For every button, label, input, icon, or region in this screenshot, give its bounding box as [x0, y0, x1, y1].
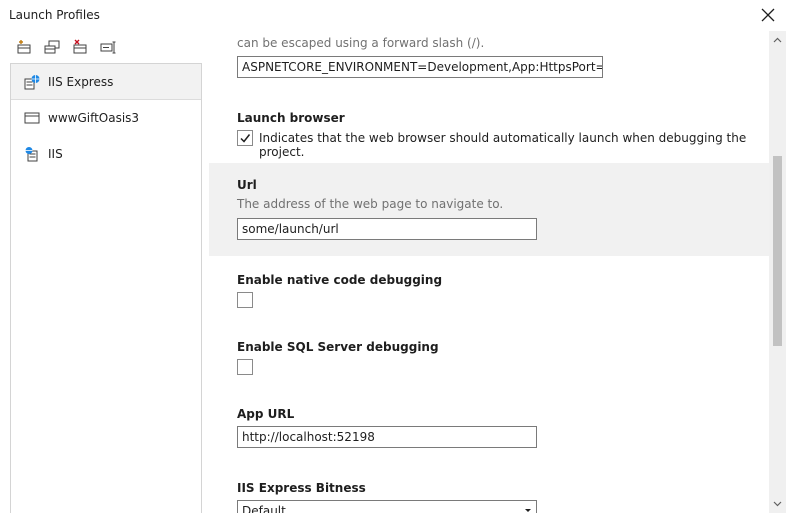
- launch-browser-label: Launch browser: [237, 111, 345, 125]
- iis-icon: [23, 145, 41, 163]
- project-icon: [23, 109, 41, 127]
- url-description: The address of the web page to navigate …: [237, 197, 504, 211]
- scroll-thumb[interactable]: [773, 156, 782, 346]
- url-label: Url: [237, 178, 257, 192]
- vertical-scrollbar[interactable]: [769, 31, 786, 513]
- profile-label: IIS Express: [48, 74, 114, 89]
- native-debugging-checkbox[interactable]: [237, 292, 253, 308]
- new-profile-icon: [17, 40, 31, 54]
- bitness-label: IIS Express Bitness: [237, 481, 366, 495]
- chevron-down-icon: [525, 509, 531, 512]
- scroll-up-button[interactable]: [769, 33, 786, 47]
- app-url-input[interactable]: http://localhost:52198: [237, 426, 537, 448]
- duplicate-profile-icon: [44, 40, 60, 54]
- env-vars-description: can be escaped using a forward slash (/)…: [237, 36, 485, 50]
- profile-settings-panel: can be escaped using a forward slash (/)…: [209, 31, 769, 513]
- profile-item-iis-express[interactable]: IIS Express: [11, 64, 201, 100]
- bitness-select[interactable]: Default: [237, 500, 537, 513]
- profiles-toolbar: [14, 37, 118, 57]
- launch-browser-description: Indicates that the web browser should au…: [259, 131, 747, 159]
- delete-profile-icon: [73, 39, 87, 54]
- profile-list: IIS Express wwwGiftOasis3 IIS: [10, 63, 202, 513]
- profile-item-wwwgiftoasis3[interactable]: wwwGiftOasis3: [11, 100, 201, 136]
- env-vars-input[interactable]: ASPNETCORE_ENVIRONMENT=Development,App:H…: [237, 56, 603, 78]
- close-button[interactable]: [758, 5, 778, 25]
- sql-debugging-checkbox[interactable]: [237, 359, 253, 375]
- close-icon: [761, 8, 775, 22]
- new-profile-button[interactable]: [14, 37, 34, 57]
- scroll-down-button[interactable]: [769, 497, 786, 511]
- chevron-up-icon: [773, 37, 782, 43]
- app-url-label: App URL: [237, 407, 295, 421]
- rename-profile-button[interactable]: [98, 37, 118, 57]
- chevron-down-icon: [773, 501, 782, 507]
- sql-debugging-label: Enable SQL Server debugging: [237, 340, 439, 354]
- title-bar: Launch Profiles: [0, 0, 786, 31]
- duplicate-profile-button[interactable]: [42, 37, 62, 57]
- url-input[interactable]: some/launch/url: [237, 218, 537, 240]
- profile-label: wwwGiftOasis3: [48, 111, 140, 125]
- rename-profile-icon: [100, 41, 116, 54]
- iis-express-icon: [23, 73, 41, 91]
- window-title: Launch Profiles: [9, 8, 100, 22]
- checkmark-icon: [240, 134, 251, 143]
- profile-item-iis[interactable]: IIS: [11, 136, 201, 172]
- delete-profile-button[interactable]: [70, 37, 90, 57]
- bitness-value: Default: [242, 504, 286, 513]
- launch-browser-checkbox[interactable]: [237, 130, 253, 146]
- profiles-sidebar: IIS Express wwwGiftOasis3 IIS: [0, 31, 209, 513]
- profile-label: IIS: [48, 147, 63, 161]
- native-debugging-label: Enable native code debugging: [237, 273, 443, 287]
